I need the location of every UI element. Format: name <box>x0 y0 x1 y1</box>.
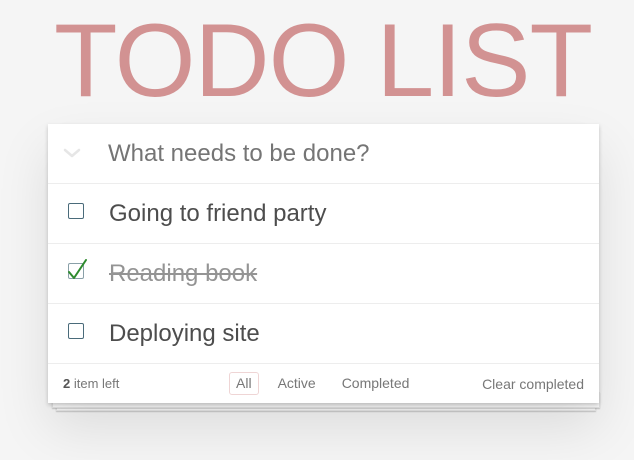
todo-checkbox[interactable] <box>68 323 84 339</box>
todo-label: Going to friend party <box>109 200 327 227</box>
filters: All Active Completed <box>229 372 428 395</box>
todo-item[interactable]: Going to friend party <box>48 184 599 244</box>
filter-all[interactable]: All <box>229 372 259 395</box>
chevron-down-icon[interactable] <box>62 143 82 163</box>
filter-completed[interactable]: Completed <box>335 372 417 395</box>
filter-active[interactable]: Active <box>271 372 323 395</box>
todo-item[interactable]: Deploying site <box>48 304 599 364</box>
todo-app-card: Going to friend party Reading book Deplo… <box>48 124 599 403</box>
todo-checkbox[interactable] <box>68 203 84 219</box>
items-left-number: 2 <box>63 376 71 391</box>
clear-completed-button[interactable]: Clear completed <box>482 376 584 392</box>
todo-footer: 2 item left All Active Completed Clear c… <box>48 364 599 402</box>
new-todo-input[interactable] <box>108 132 578 176</box>
page-title: TODO LIST <box>53 3 593 119</box>
items-left-count: 2 item left <box>63 376 119 391</box>
todo-checkbox-checked[interactable] <box>68 263 84 279</box>
todo-label: Reading book <box>109 260 258 287</box>
items-left-label: item left <box>73 376 120 391</box>
todo-label: Deploying site <box>109 320 260 347</box>
todo-item-completed[interactable]: Reading book <box>48 244 599 304</box>
new-todo-header <box>48 124 599 184</box>
